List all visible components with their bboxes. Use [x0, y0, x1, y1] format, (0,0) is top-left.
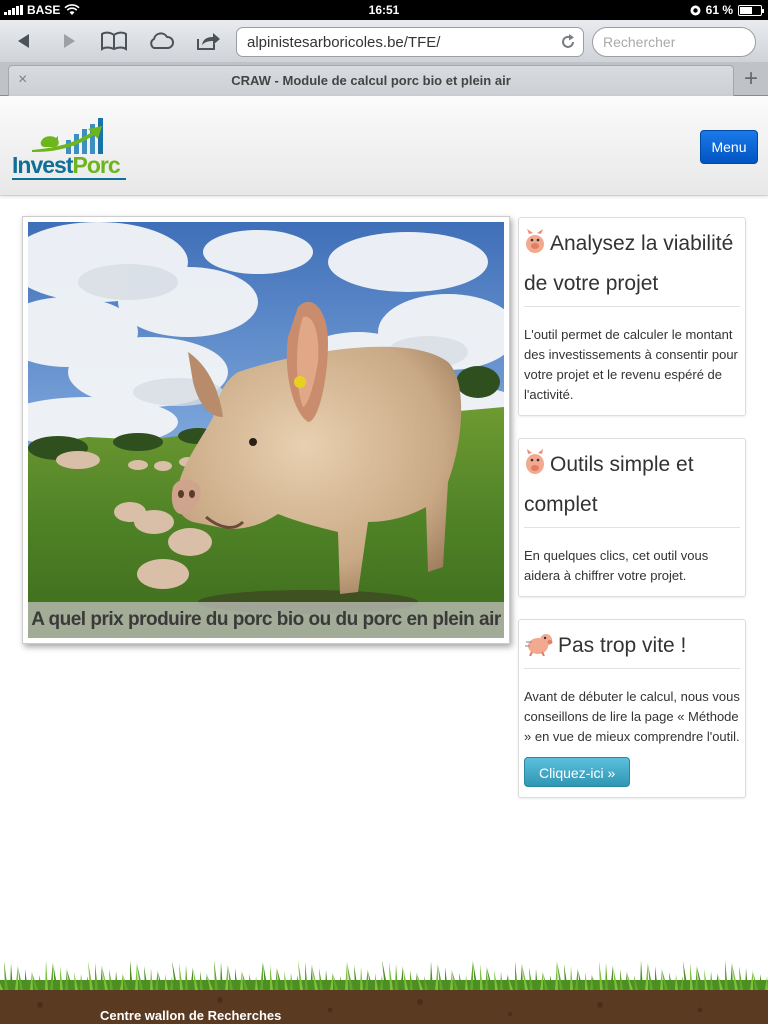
- pig-photo: [28, 222, 504, 638]
- card-text: Avant de débuter le calcul, nous vous co…: [524, 689, 740, 744]
- card-title: Pas trop vite !: [524, 626, 740, 669]
- browser-toolbar: alpinistesarboricoles.be/TFE/: [0, 20, 768, 62]
- pig-icon: [526, 449, 544, 474]
- card-text: En quelques clics, cet outil vous aidera…: [524, 548, 709, 583]
- site-header: InvestPorc Menu: [0, 96, 768, 196]
- footer: Centre wallon de Recherches: [0, 950, 768, 1024]
- card-title: Outils simple et complet: [524, 445, 740, 528]
- logo-text: InvestPorc: [12, 152, 121, 178]
- share-icon[interactable]: [195, 28, 223, 54]
- hero-image: A quel prix produire du porc bio ou du p…: [28, 222, 504, 638]
- tab-title: CRAW - Module de calcul porc bio et plei…: [231, 73, 511, 88]
- card-viability: Analysez la viabilité de votre projet L'…: [518, 217, 746, 416]
- cloud-icon[interactable]: [147, 28, 175, 54]
- running-pig-icon: [525, 634, 553, 656]
- lock-rotation-icon: [690, 5, 701, 15]
- battery-icon: [738, 4, 764, 16]
- tab-current[interactable]: × CRAW - Module de calcul porc bio et pl…: [8, 65, 734, 96]
- pig-icon: [526, 229, 544, 253]
- footer-text: Centre wallon de Recherches: [100, 1008, 282, 1023]
- logo-underline: [12, 178, 126, 180]
- search-input[interactable]: [592, 27, 756, 57]
- logo[interactable]: InvestPorc: [12, 112, 132, 182]
- card-simple-tools: Outils simple et complet En quelques cli…: [518, 438, 746, 597]
- bookmarks-icon[interactable]: [100, 28, 128, 54]
- cliquez-ici-button[interactable]: Cliquez-ici »: [524, 757, 631, 787]
- hero-image-frame: A quel prix produire du porc bio ou du p…: [22, 216, 510, 644]
- hero-caption: A quel prix produire du porc bio ou du p…: [28, 602, 504, 638]
- url-text: alpinistesarboricoles.be/TFE/: [247, 34, 441, 51]
- tab-bar: × CRAW - Module de calcul porc bio et pl…: [0, 62, 768, 96]
- card-not-too-fast: Pas trop vite ! Avant de débuter le calc…: [518, 619, 746, 798]
- status-bar: BASE 16:51 61 %: [0, 0, 768, 20]
- url-field[interactable]: alpinistesarboricoles.be/TFE/: [236, 27, 584, 57]
- back-icon[interactable]: [10, 28, 38, 54]
- forward-icon[interactable]: [55, 28, 83, 54]
- close-tab-icon[interactable]: ×: [18, 71, 27, 89]
- logo-chart-icon: [32, 118, 103, 154]
- card-title: Analysez la viabilité de votre projet: [524, 224, 740, 307]
- new-tab-button[interactable]: +: [736, 65, 766, 96]
- menu-button[interactable]: Menu: [700, 130, 758, 164]
- clock: 16:51: [368, 3, 400, 17]
- card-text: L'outil permet de calculer le montant de…: [524, 327, 738, 402]
- battery-percent: 61 %: [705, 3, 733, 17]
- reload-icon[interactable]: [559, 33, 577, 51]
